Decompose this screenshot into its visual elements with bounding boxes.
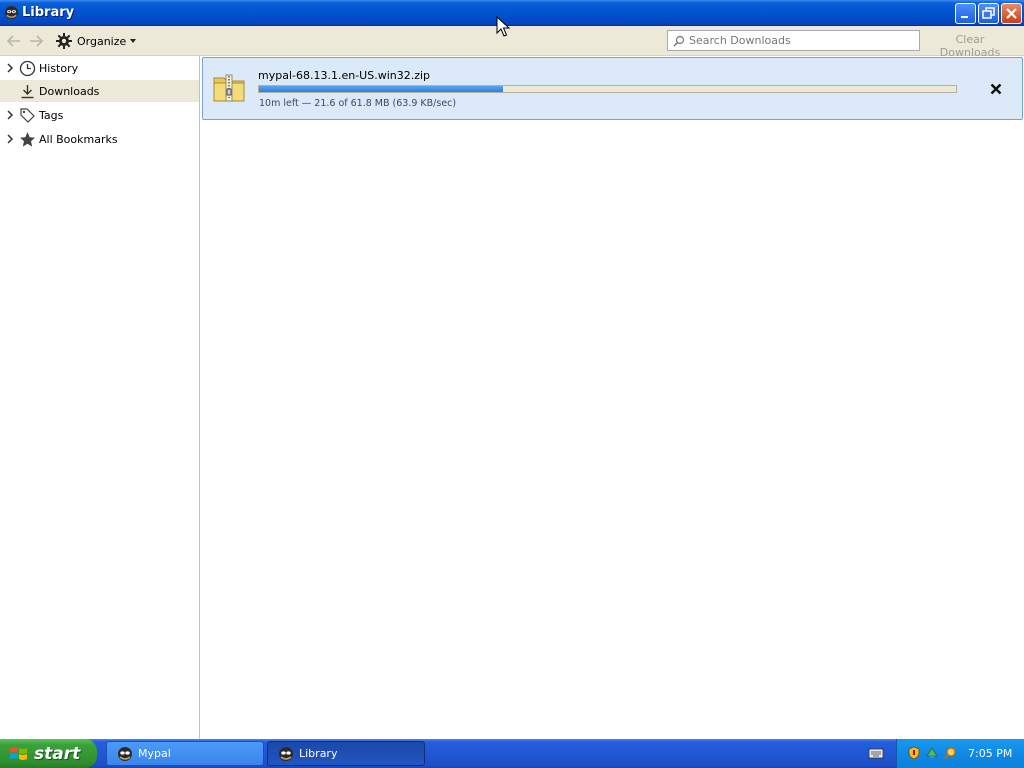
keyboard-icon[interactable] xyxy=(868,747,884,759)
taskbar-button-label: Mypal xyxy=(138,747,171,760)
system-tray: 7:05 PM xyxy=(896,739,1024,768)
start-label: start xyxy=(34,743,81,764)
search-icon xyxy=(673,35,685,46)
forward-arrow-icon[interactable] xyxy=(26,32,46,50)
minimize-button[interactable] xyxy=(955,3,976,24)
search-box[interactable] xyxy=(667,30,920,51)
download-progress-fill xyxy=(259,86,503,92)
taskbar: start Mypal Library 7:05 PM xyxy=(0,739,1024,768)
taskbar-button-label: Library xyxy=(299,747,338,760)
sidebar-item-history[interactable]: History xyxy=(0,57,199,79)
cancel-download-icon[interactable] xyxy=(989,82,1003,96)
download-item[interactable]: mypal-68.13.1.en-US.win32.zip 10m left —… xyxy=(202,57,1023,120)
tag-icon xyxy=(20,107,35,123)
clock: 7:05 PM xyxy=(968,747,1013,760)
search-tray-icon[interactable] xyxy=(943,746,957,760)
downloads-list: mypal-68.13.1.en-US.win32.zip 10m left —… xyxy=(200,56,1024,739)
close-button[interactable] xyxy=(1001,3,1022,24)
windows-logo-icon xyxy=(10,746,27,760)
sidebar-item-label: Downloads xyxy=(39,84,100,98)
title-bar[interactable]: Library xyxy=(0,0,1024,26)
download-status: 10m left — 21.6 of 61.8 MB (63.9 KB/sec) xyxy=(259,98,457,109)
zip-folder-icon xyxy=(213,74,245,102)
expand-chevron-icon[interactable] xyxy=(6,110,14,120)
window-title: Library xyxy=(22,5,75,20)
restore-icon xyxy=(982,7,995,19)
start-button[interactable]: start xyxy=(0,739,97,768)
sidebar-item-label: Tags xyxy=(39,108,64,122)
sidebar-item-all-bookmarks[interactable]: All Bookmarks xyxy=(0,128,199,150)
back-arrow-icon[interactable] xyxy=(4,32,24,50)
download-arrow-icon xyxy=(21,84,34,98)
network-icon[interactable] xyxy=(925,746,939,760)
taskbar-button-mypal[interactable]: Mypal xyxy=(106,741,264,766)
toolbar: Organize Clear Downloads xyxy=(0,26,1024,59)
expand-chevron-icon[interactable] xyxy=(6,134,14,144)
download-progress-bar xyxy=(258,85,957,93)
sidebar-item-downloads[interactable]: Downloads xyxy=(0,80,199,102)
sidebar: History Downloads Tags All Bookmarks xyxy=(0,56,200,739)
sidebar-item-label: History xyxy=(39,61,79,75)
gear-icon xyxy=(56,33,72,49)
organize-menu-button[interactable]: Organize xyxy=(55,31,137,51)
expand-chevron-icon[interactable] xyxy=(6,63,14,73)
minimize-icon xyxy=(961,16,968,18)
organize-label: Organize xyxy=(77,34,127,48)
taskbar-button-library[interactable]: Library xyxy=(267,741,425,766)
dropdown-arrow-icon xyxy=(130,39,137,43)
close-icon xyxy=(1006,8,1017,19)
restore-button[interactable] xyxy=(978,3,999,24)
download-filename: mypal-68.13.1.en-US.win32.zip xyxy=(258,69,431,82)
sidebar-item-label: All Bookmarks xyxy=(39,132,118,146)
clock-icon xyxy=(19,60,36,76)
mypal-icon xyxy=(118,746,132,761)
mouse-cursor-icon xyxy=(496,16,510,37)
sidebar-item-tags[interactable]: Tags xyxy=(0,104,199,126)
mypal-icon xyxy=(279,746,293,761)
star-icon xyxy=(20,131,35,147)
security-shield-icon[interactable] xyxy=(907,746,921,760)
mypal-icon xyxy=(4,5,19,20)
search-input[interactable] xyxy=(689,34,909,47)
